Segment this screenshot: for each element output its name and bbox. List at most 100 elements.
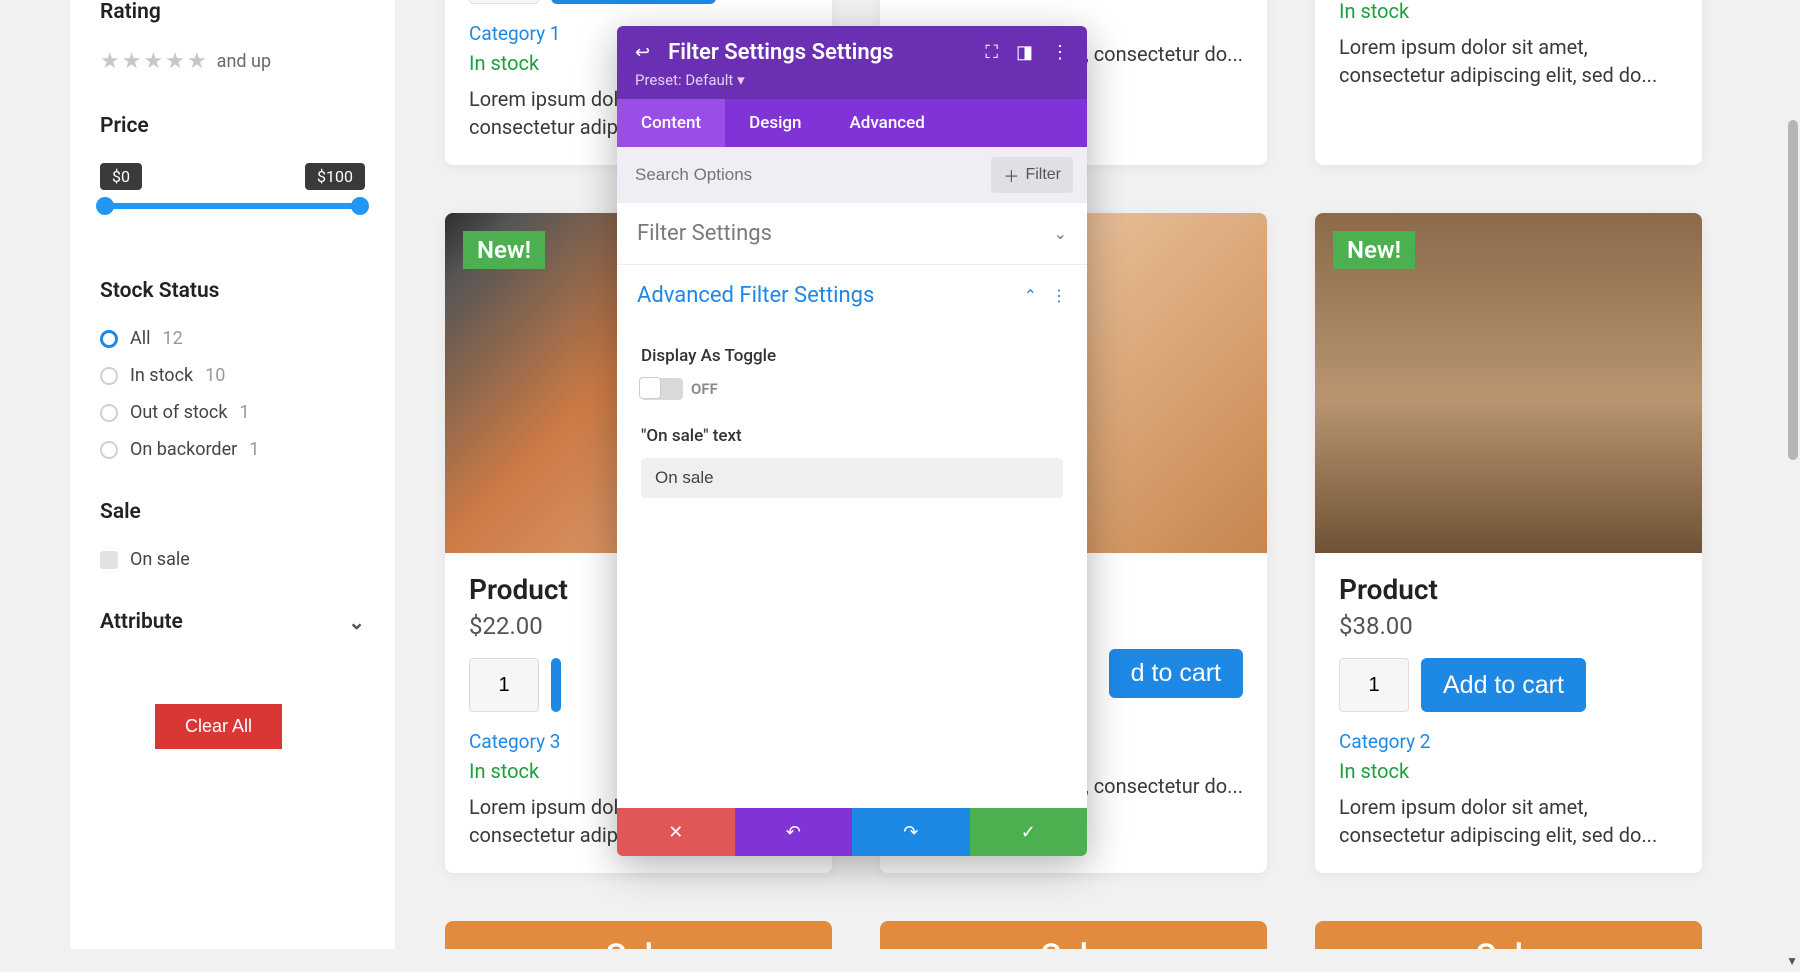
display-toggle-label: Display As Toggle — [641, 346, 1063, 366]
back-icon[interactable]: ↩ — [635, 42, 650, 63]
add-to-cart-button[interactable]: d to cart — [1109, 649, 1243, 698]
price-max-label: $100 — [305, 163, 365, 190]
redo-button[interactable]: ↷ — [852, 808, 970, 856]
toggle-state-label: OFF — [691, 380, 718, 398]
preset-dropdown[interactable]: Preset: Default ▾ — [635, 71, 1069, 89]
new-badge: New! — [463, 231, 545, 269]
sale-title: Sale — [100, 500, 365, 524]
slider-handle-min[interactable] — [96, 197, 114, 215]
stock-status: In stock — [1339, 759, 1678, 783]
star-icon: ★ — [165, 49, 185, 74]
star-icon: ★ — [100, 49, 120, 74]
product-card: Category 2 In stock Lorem ipsum dolor si… — [1315, 0, 1702, 165]
chevron-down-icon: ⌄ — [348, 610, 365, 634]
product-desc: Lorem ipsum dolor sit amet, consectetur … — [1339, 793, 1678, 849]
display-as-toggle[interactable] — [641, 378, 683, 400]
onsale-label: On sale — [130, 549, 190, 570]
stock-option-instock[interactable]: In stock 10 — [100, 365, 365, 386]
stock-label: Out of stock — [130, 402, 227, 423]
stock-label: In stock — [130, 365, 193, 386]
stock-count: 1 — [249, 439, 259, 460]
onsale-text-label: "On sale" text — [641, 426, 1063, 446]
checkbox-icon — [100, 551, 118, 569]
expand-icon[interactable]: ⛶ — [985, 42, 998, 63]
tab-advanced[interactable]: Advanced — [826, 99, 949, 147]
advanced-filter-section[interactable]: Advanced Filter Settings ⌃ ⋮ — [617, 265, 1087, 326]
section-title: Filter Settings — [637, 221, 772, 246]
clear-all-button[interactable]: Clear All — [155, 704, 282, 749]
filter-settings-section[interactable]: Filter Settings ⌄ — [617, 203, 1087, 265]
sale-banner: Sale — [445, 921, 832, 949]
star-icon: ★ — [143, 49, 163, 74]
stock-label: On backorder — [130, 439, 237, 460]
category-link[interactable]: Category 2 — [1339, 730, 1678, 753]
stock-count: 10 — [205, 365, 225, 386]
scroll-down-icon[interactable]: ▼ — [1786, 954, 1798, 968]
chevron-up-icon: ⌃ — [1024, 286, 1037, 305]
radio-icon — [100, 367, 118, 385]
product-desc: Lorem ipsum dolor sit amet, consectetur … — [1339, 33, 1678, 89]
close-icon: ✕ — [668, 822, 683, 843]
qty-input[interactable] — [469, 0, 539, 4]
qty-input[interactable] — [1339, 658, 1409, 712]
stock-option-oos[interactable]: Out of stock 1 — [100, 402, 365, 423]
star-icon: ★ — [122, 49, 142, 74]
add-filter-button[interactable]: ＋ Filter — [991, 157, 1073, 193]
star-row[interactable]: ★ ★ ★ ★ ★ — [100, 49, 207, 74]
tab-design[interactable]: Design — [725, 99, 825, 147]
check-icon: ✓ — [1021, 822, 1036, 843]
onsale-checkbox[interactable]: On sale — [100, 549, 365, 570]
preset-label: Preset: Default — [635, 71, 733, 89]
stock-title: Stock Status — [100, 279, 365, 303]
sale-banner: Sale — [1315, 921, 1702, 949]
rating-title: Rating — [100, 0, 365, 24]
qty-input[interactable] — [469, 658, 539, 712]
price-title: Price — [100, 114, 365, 138]
snap-icon[interactable]: ◨ — [1016, 42, 1033, 63]
undo-button[interactable]: ↶ — [735, 808, 853, 856]
more-icon[interactable]: ⋮ — [1051, 286, 1067, 305]
product-title[interactable]: Product — [1339, 573, 1678, 606]
stock-status: In stock — [1339, 0, 1678, 23]
scrollbar-thumb[interactable] — [1788, 120, 1798, 460]
toggle-knob — [639, 377, 661, 399]
save-button[interactable]: ✓ — [970, 808, 1088, 856]
slider-handle-max[interactable] — [351, 197, 369, 215]
caret-down-icon: ▾ — [737, 71, 745, 89]
stock-option-backorder[interactable]: On backorder 1 — [100, 439, 365, 460]
stock-count: 12 — [163, 328, 183, 349]
plus-icon: ＋ — [1003, 163, 1019, 187]
add-to-cart-button[interactable]: Add to cart — [551, 0, 716, 4]
undo-icon: ↶ — [786, 822, 801, 843]
discard-button[interactable]: ✕ — [617, 808, 735, 856]
price-min-label: $0 — [100, 163, 142, 190]
chevron-down-icon: ⌄ — [1054, 224, 1067, 243]
radio-icon — [100, 441, 118, 459]
radio-icon — [100, 404, 118, 422]
redo-icon: ↷ — [903, 822, 918, 843]
new-badge: New! — [1333, 231, 1415, 269]
stock-label: All — [130, 328, 151, 349]
modal-title: Filter Settings Settings — [668, 40, 967, 65]
settings-modal: ↩ Filter Settings Settings ⛶ ◨ ⋮ Preset:… — [617, 26, 1087, 856]
filter-btn-label: Filter — [1025, 166, 1061, 184]
add-to-cart-button[interactable]: Add to cart — [1421, 658, 1586, 712]
attribute-toggle[interactable]: Attribute ⌄ — [100, 610, 365, 634]
radio-icon — [100, 330, 118, 348]
sale-banner: Sale — [880, 921, 1267, 949]
tab-content[interactable]: Content — [617, 99, 725, 147]
star-icon: ★ — [187, 49, 207, 74]
product-price: $38.00 — [1339, 612, 1678, 640]
product-image[interactable]: New! — [1315, 213, 1702, 553]
onsale-text-input[interactable] — [641, 458, 1063, 498]
price-slider[interactable] — [100, 203, 365, 209]
stock-count: 1 — [239, 402, 249, 423]
add-to-cart-button[interactable] — [551, 658, 561, 712]
and-up-label: and up — [217, 51, 271, 72]
filter-sidebar: Rating ★ ★ ★ ★ ★ and up Price $0 $100 — [70, 0, 395, 949]
stock-option-all[interactable]: All 12 — [100, 328, 365, 349]
product-card: New! Product $38.00 Add to cart Category… — [1315, 213, 1702, 873]
attribute-title: Attribute — [100, 610, 183, 634]
search-options-input[interactable] — [631, 159, 860, 191]
more-icon[interactable]: ⋮ — [1051, 42, 1069, 63]
